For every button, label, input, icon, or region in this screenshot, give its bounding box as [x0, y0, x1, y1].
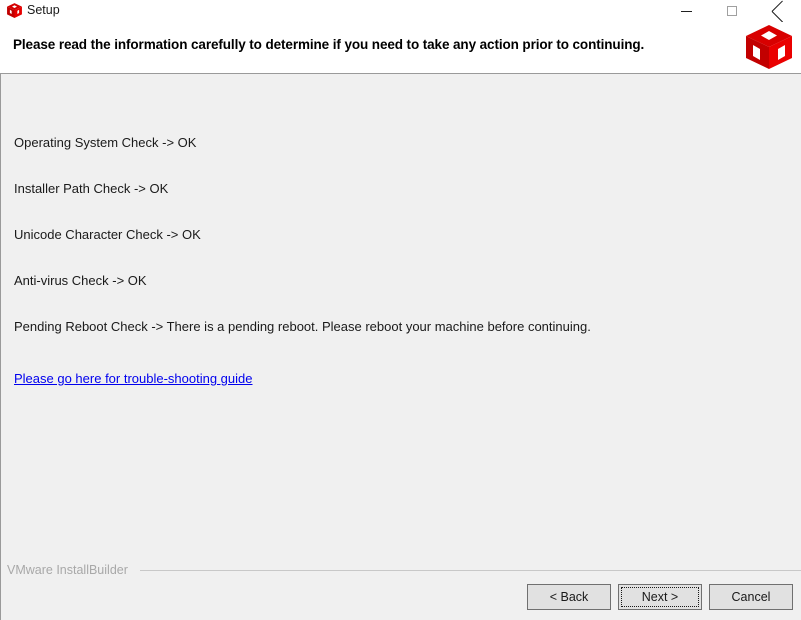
minimize-button[interactable] [663, 0, 709, 22]
minimize-icon [680, 10, 692, 12]
check-result-line: Unicode Character Check -> OK [14, 227, 201, 242]
trouble-shooting-link[interactable]: Please go here for trouble-shooting guid… [14, 371, 253, 386]
back-button[interactable]: < Back [527, 584, 611, 610]
maximize-button[interactable] [709, 0, 755, 22]
installbuilder-brand-label: VMware InstallBuilder [7, 563, 128, 577]
trouble-shooting-link-row: Please go here for trouble-shooting guid… [14, 370, 253, 388]
cancel-button-label: Cancel [731, 590, 771, 604]
setup-dialog-window: Setup Please read the information carefu… [0, 0, 801, 620]
check-result-line: Installer Path Check -> OK [14, 181, 169, 196]
header-band: Please read the information carefully to… [0, 22, 801, 74]
body-content-area: Operating System Check -> OK Installer P… [0, 74, 801, 620]
next-button-label: Next > [641, 590, 679, 604]
footer-separator-rule [139, 569, 801, 571]
close-icon [772, 5, 784, 17]
check-result-line: Pending Reboot Check -> There is a pendi… [14, 319, 591, 334]
red-cube-icon [6, 2, 23, 19]
title-bar: Setup [0, 0, 801, 22]
check-result-line: Operating System Check -> OK [14, 135, 197, 150]
window-title: Setup [27, 3, 60, 17]
header-instruction-text: Please read the information carefully to… [13, 37, 645, 52]
back-button-label: < Back [549, 590, 589, 604]
cancel-button[interactable]: Cancel [709, 584, 793, 610]
next-button[interactable]: Next > [618, 584, 702, 610]
dialog-button-bar: < Back Next > Cancel [1, 584, 801, 620]
maximize-icon [727, 6, 737, 16]
close-button[interactable] [755, 0, 801, 22]
check-result-line: Anti-virus Check -> OK [14, 273, 147, 288]
installbuilder-brand-row: VMware InstallBuilder [1, 562, 801, 578]
red-cube-logo [743, 23, 795, 71]
